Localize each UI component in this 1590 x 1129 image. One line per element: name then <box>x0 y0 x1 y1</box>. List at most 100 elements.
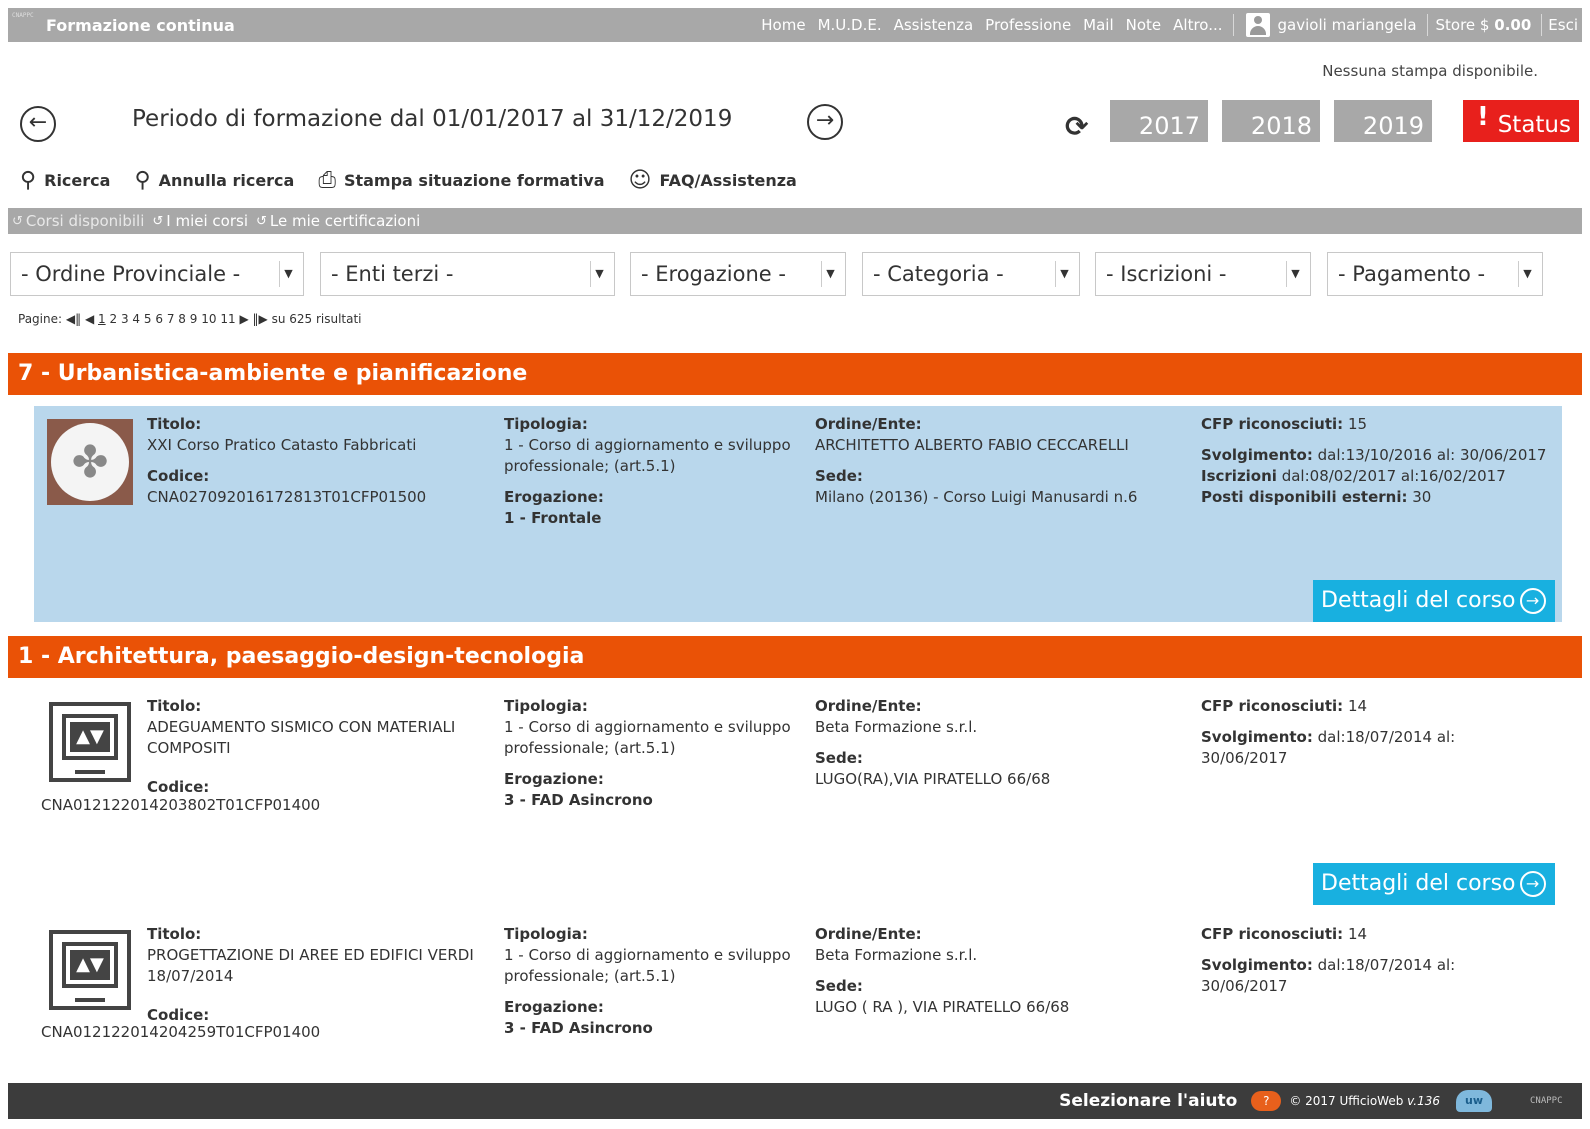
course-title-block: Titolo: PROGETTAZIONE DI AREE ED EDIFICI… <box>147 924 477 1026</box>
course-enrollment: dal:08/02/2017 al:16/02/2017 <box>1281 467 1506 485</box>
exit-link[interactable]: Esci <box>1548 16 1578 34</box>
nav-mail[interactable]: Mail <box>1083 16 1113 34</box>
tab-icon: ↺ <box>152 213 164 229</box>
filter-value: - Ordine Provinciale - <box>21 262 241 286</box>
page-link[interactable]: 6 <box>155 312 163 326</box>
year-2018-button[interactable]: 2018 <box>1222 100 1320 142</box>
field-label: Iscrizioni <box>1201 467 1277 485</box>
course-cfp: 15 <box>1347 415 1368 433</box>
chevron-down-icon: ▼ <box>821 261 839 287</box>
category-header: 7 - Urbanistica-ambiente e pianificazion… <box>8 353 1582 395</box>
year-2019-button[interactable]: 2019 <box>1334 100 1432 142</box>
page-link[interactable]: 9 <box>190 312 198 326</box>
course-org-block: Ordine/Ente: Beta Formazione s.r.l. Sede… <box>815 696 1185 790</box>
status-button[interactable]: ! Status <box>1463 100 1579 142</box>
nav-mude[interactable]: M.U.D.E. <box>818 16 882 34</box>
field-label: Svolgimento: <box>1201 446 1313 464</box>
course-code: CNA012122014203802T01CFP01400 <box>41 796 321 814</box>
details-label: Dettagli del corso <box>1321 871 1516 896</box>
filter-erogazione[interactable]: - Erogazione - ▼ <box>630 252 846 296</box>
arrow-left-circle-icon: ← <box>28 110 48 135</box>
filter-ordine-provinciale[interactable]: - Ordine Provinciale - ▼ <box>10 252 304 296</box>
tab-icon: ↺ <box>12 213 23 229</box>
page-link[interactable]: 11 <box>220 312 235 326</box>
exclamation-icon: ! <box>1477 102 1489 132</box>
user-icon[interactable] <box>1245 13 1270 37</box>
nav-altro[interactable]: Altro... <box>1173 16 1222 34</box>
version: v.136 <box>1407 1094 1440 1108</box>
user-name[interactable]: gavioli mariangela <box>1278 16 1417 34</box>
year-2017-button[interactable]: 2017 <box>1110 100 1208 142</box>
field-label: Tipologia: <box>504 697 588 715</box>
top-bar: CNAPPC Formazione continua Home M.U.D.E.… <box>8 8 1582 42</box>
tab-corsi-disponibili[interactable]: ↺ Corsi disponibili <box>8 208 148 234</box>
help-link[interactable]: Selezionare l'aiuto <box>1059 1091 1237 1111</box>
first-page-icon[interactable]: ◀‖ <box>66 312 81 326</box>
refresh-icon[interactable]: ⟳ <box>1065 110 1088 143</box>
course-info-block: CFP riconosciuti: 14 Svolgimento: dal:18… <box>1201 924 1501 997</box>
nav-note[interactable]: Note <box>1126 16 1162 34</box>
prev-page-icon[interactable]: ◀ <box>85 312 94 326</box>
course-title-block: Titolo: ADEGUAMENTO SISMICO CON MATERIAL… <box>147 696 492 798</box>
page-link[interactable]: 5 <box>144 312 152 326</box>
field-label: Erogazione: <box>504 488 604 506</box>
page-link[interactable]: 7 <box>167 312 175 326</box>
field-label: CFP riconosciuti: <box>1201 415 1344 433</box>
nav-home[interactable]: Home <box>761 16 805 34</box>
fad-monitor-icon: ▲▼ <box>47 700 133 788</box>
page-link[interactable]: 8 <box>178 312 186 326</box>
course-type-block: Tipologia: 1 - Corso di aggiornamento e … <box>504 924 809 1039</box>
next-page-icon[interactable]: ▶ <box>239 312 248 326</box>
print-button[interactable]: ⎙ Stampa situazione formativa <box>318 168 604 193</box>
faq-button[interactable]: ☺ FAQ/Assistenza <box>629 168 797 193</box>
prev-period-button[interactable]: ← <box>20 106 56 142</box>
tab-label: I miei corsi <box>166 212 249 230</box>
field-label: Sede: <box>815 977 863 995</box>
help-icon[interactable]: ? <box>1251 1091 1282 1111</box>
cancel-search-button[interactable]: ⚲ Annulla ricerca <box>134 168 294 193</box>
course-title: ADEGUAMENTO SISMICO CON MATERIALI COMPOS… <box>147 718 456 757</box>
category-header: 1 - Architettura, paesaggio-design-tecno… <box>8 636 1582 678</box>
status-label: Status <box>1497 112 1571 138</box>
copyright-text: © 2017 UfficioWeb <box>1289 1094 1404 1108</box>
course-details-button[interactable]: Dettagli del corso → <box>1313 863 1555 905</box>
copyright: © 2017 UfficioWeb v.136 <box>1289 1094 1440 1108</box>
vitruvian-man-icon: ✤ <box>51 423 129 501</box>
field-label: Ordine/Ente: <box>815 697 922 715</box>
search-button[interactable]: ⚲ Ricerca <box>20 168 110 193</box>
course-type-block: Tipologia: 1 - Corso di aggiornamento e … <box>504 414 809 529</box>
nav-professione[interactable]: Professione <box>985 16 1071 34</box>
field-label: CFP riconosciuti: <box>1201 697 1344 715</box>
page-link[interactable]: 3 <box>121 312 129 326</box>
course-image: ✤ <box>47 419 133 505</box>
page-link[interactable]: 4 <box>132 312 140 326</box>
course-info-block: CFP riconosciuti: 15 Svolgimento: dal:13… <box>1201 414 1561 508</box>
field-label: Ordine/Ente: <box>815 925 922 943</box>
filter-enti-terzi[interactable]: - Enti terzi - ▼ <box>320 252 615 296</box>
next-period-button[interactable]: → <box>807 104 843 140</box>
page-link[interactable]: 1 <box>98 312 106 326</box>
field-label: Sede: <box>815 467 863 485</box>
ufficioweb-cloud-icon: uw <box>1456 1090 1492 1112</box>
field-label: Posti disponibili esterni: <box>1201 488 1408 506</box>
last-page-icon[interactable]: ‖▶ <box>253 312 268 326</box>
page-link[interactable]: 10 <box>201 312 216 326</box>
tab-label: Le mie certificazioni <box>269 212 421 230</box>
course-delivery: 3 - FAD Asincrono <box>504 791 653 809</box>
course-delivery: 1 - Frontale <box>504 509 602 527</box>
nav-assistenza[interactable]: Assistenza <box>894 16 974 34</box>
page-link[interactable]: 2 <box>109 312 117 326</box>
field-label: Tipologia: <box>504 415 588 433</box>
field-label: Erogazione: <box>504 998 604 1016</box>
tab-certificazioni[interactable]: ↺ Le mie certificazioni <box>252 208 424 234</box>
chevron-down-icon: ▼ <box>1286 261 1304 287</box>
chevron-down-icon: ▼ <box>1518 261 1536 287</box>
course-details-button[interactable]: Dettagli del corso → <box>1313 580 1555 622</box>
field-label: Svolgimento: <box>1201 728 1313 746</box>
store-link[interactable]: Store $ 0.00 <box>1436 16 1532 34</box>
tab-miei-corsi[interactable]: ↺ I miei corsi <box>148 208 252 234</box>
course-cfp: 14 <box>1347 925 1368 943</box>
filter-categoria[interactable]: - Categoria - ▼ <box>862 252 1080 296</box>
filter-iscrizioni[interactable]: - Iscrizioni - ▼ <box>1095 252 1311 296</box>
filter-pagamento[interactable]: - Pagamento - ▼ <box>1327 252 1543 296</box>
